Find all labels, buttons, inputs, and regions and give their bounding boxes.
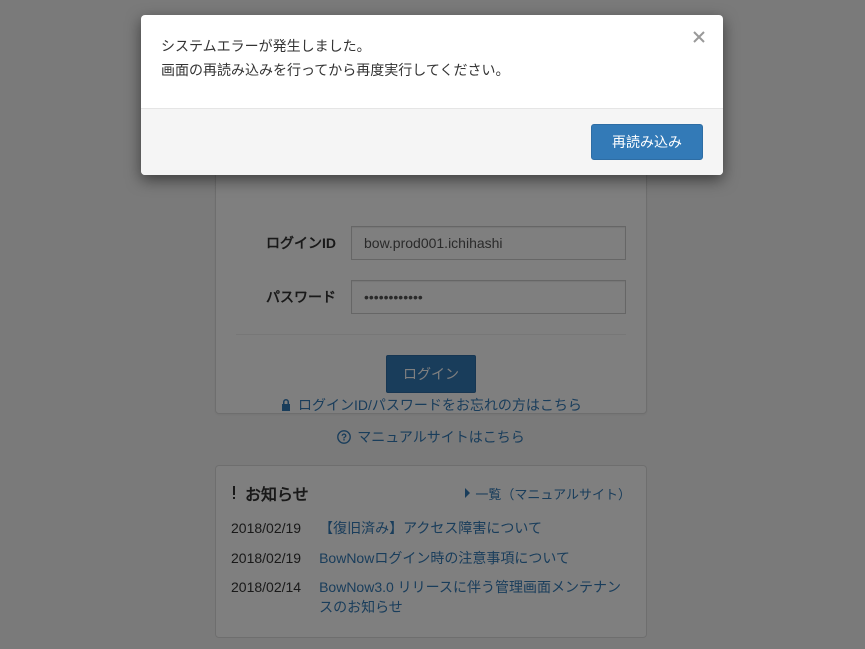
- modal-message-line2: 画面の再読み込みを行ってから再度実行してください。: [161, 59, 698, 83]
- modal-close-button[interactable]: [687, 25, 711, 49]
- modal-message-line1: システムエラーが発生しました。: [161, 35, 698, 59]
- modal-footer: 再読み込み: [141, 108, 723, 175]
- reload-button[interactable]: 再読み込み: [591, 124, 703, 160]
- modal-body: システムエラーが発生しました。 画面の再読み込みを行ってから再度実行してください…: [141, 15, 723, 108]
- close-icon: [692, 30, 706, 44]
- error-modal: システムエラーが発生しました。 画面の再読み込みを行ってから再度実行してください…: [141, 15, 723, 175]
